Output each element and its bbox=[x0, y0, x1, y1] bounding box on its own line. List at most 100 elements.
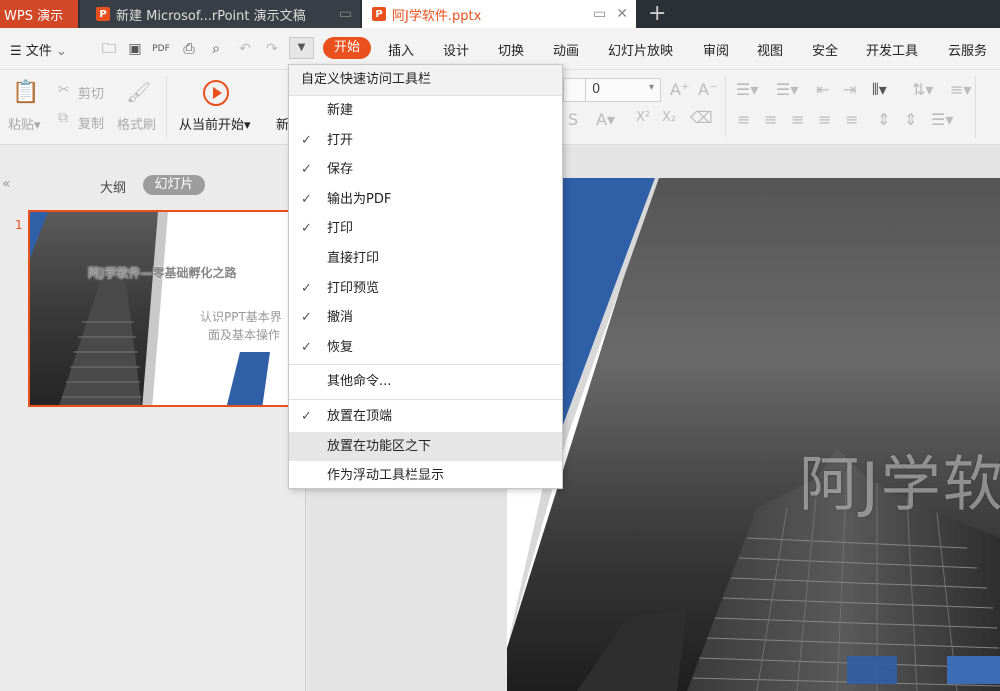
add-tab-button[interactable]: + bbox=[648, 1, 666, 26]
tab-transition[interactable]: 切换 bbox=[498, 40, 524, 59]
chevron-down-icon: ⌄ bbox=[55, 44, 67, 59]
tab-animation[interactable]: 动画 bbox=[553, 40, 579, 59]
scissors-icon[interactable]: ✂ bbox=[58, 82, 70, 98]
paragraph-settings-icon[interactable]: ☰▾ bbox=[931, 110, 953, 129]
menu-item-save[interactable]: ✓ 保存 bbox=[289, 155, 562, 185]
app-name-tab[interactable]: WPS 演示 bbox=[0, 0, 78, 28]
tab-outline[interactable]: 大纲 bbox=[100, 177, 126, 196]
slide-thumbnail[interactable]: 阿J学软件—零基础孵化之路 认识PPT基本界 面及基本操作 bbox=[28, 210, 292, 407]
copy-button[interactable]: 复制 bbox=[78, 113, 104, 132]
document-tab-2[interactable]: P 阿J学软件.pptx ▭ ✕ bbox=[362, 0, 636, 28]
print-preview-icon[interactable]: ⌕ bbox=[207, 40, 225, 58]
print-icon[interactable]: ⎙ bbox=[180, 40, 198, 58]
superscript-icon[interactable]: X² bbox=[636, 110, 650, 125]
copy-icon[interactable]: ⧉ bbox=[58, 110, 68, 126]
tab-monitor-icon[interactable]: ▭ bbox=[593, 6, 606, 22]
format-painter-icon[interactable]: 🖌 bbox=[126, 80, 151, 104]
paragraph-spacing-icon[interactable]: ⇕ bbox=[904, 110, 917, 129]
customize-qat-dropdown-button[interactable]: ▼ bbox=[289, 37, 314, 59]
menu-item-more-commands[interactable]: 其他命令... bbox=[289, 367, 562, 397]
menu-item-undo[interactable]: ✓ 撤消 bbox=[289, 303, 562, 333]
menu-item-place-top[interactable]: ✓ 放置在顶端 bbox=[289, 402, 562, 432]
increase-font-icon[interactable]: A⁺ bbox=[670, 80, 689, 99]
divider bbox=[975, 76, 976, 138]
tab-slides[interactable]: 幻灯片 bbox=[143, 175, 205, 195]
document-tab-1[interactable]: P 新建 Microsof...rPoint 演示文稿 ▭ bbox=[80, 0, 360, 28]
align-right-icon[interactable]: ≡ bbox=[791, 110, 804, 129]
hamburger-icon: ☰ bbox=[10, 44, 22, 59]
menu-header: 自定义快速访问工具栏 bbox=[289, 65, 562, 95]
menu-item-label: 直接打印 bbox=[327, 250, 380, 266]
tab-cloud-service[interactable]: 云服务 bbox=[948, 40, 987, 59]
distribute-icon[interactable]: ≡ bbox=[845, 110, 858, 129]
play-from-current-button[interactable]: 从当前开始▾ bbox=[179, 114, 251, 133]
file-menu[interactable]: ☰ 文件 ⌄ bbox=[10, 40, 67, 59]
text-direction-icon[interactable]: ⇅▾ bbox=[912, 80, 933, 99]
menu-item-open[interactable]: ✓ 打开 bbox=[289, 126, 562, 156]
align-center-icon[interactable]: ≡ bbox=[764, 110, 777, 129]
tab-design[interactable]: 设计 bbox=[443, 40, 469, 59]
undo-icon[interactable]: ↶ bbox=[236, 40, 254, 58]
strikethrough-icon[interactable]: S bbox=[568, 110, 578, 129]
increase-indent-icon[interactable]: ⇥ bbox=[843, 80, 856, 99]
tab-monitor-icon[interactable]: ▭ bbox=[339, 6, 352, 22]
close-tab-icon[interactable]: ✕ bbox=[616, 6, 628, 22]
check-icon: ✓ bbox=[301, 132, 312, 148]
numbering-icon[interactable]: ☰▾ bbox=[776, 80, 798, 99]
font-color-icon[interactable]: A▾ bbox=[596, 110, 615, 129]
column-icon[interactable]: ⫴▾ bbox=[872, 80, 887, 100]
justify-icon[interactable]: ≡ bbox=[818, 110, 831, 129]
divider bbox=[725, 76, 726, 138]
divider bbox=[166, 76, 167, 138]
subscript-icon[interactable]: X₂ bbox=[662, 110, 676, 125]
check-icon: ✓ bbox=[301, 162, 312, 178]
app-name-label: WPS 演示 bbox=[4, 8, 64, 24]
decrease-indent-icon[interactable]: ⇤ bbox=[816, 80, 829, 99]
slide-title-text[interactable]: 阿J学软 bbox=[799, 436, 1000, 523]
clear-format-icon[interactable]: ⌫ bbox=[690, 108, 713, 127]
paste-button[interactable]: 粘贴▾ bbox=[8, 114, 41, 133]
decrease-font-icon[interactable]: A⁻ bbox=[698, 80, 717, 99]
redo-icon[interactable]: ↷ bbox=[263, 40, 281, 58]
menu-item-new[interactable]: 新建 bbox=[289, 96, 562, 126]
font-size-value: 0 bbox=[592, 82, 601, 97]
tab-insert[interactable]: 插入 bbox=[388, 40, 414, 59]
tab-security[interactable]: 安全 bbox=[812, 40, 838, 59]
align-left-icon[interactable]: ≡ bbox=[737, 110, 750, 129]
slide-editor[interactable]: 阿J学软 bbox=[507, 178, 1000, 691]
presentation-icon: P bbox=[372, 7, 386, 21]
menu-item-print[interactable]: ✓ 打印 bbox=[289, 214, 562, 244]
align-text-icon[interactable]: ≡▾ bbox=[950, 80, 971, 99]
thumbnail-title: 阿J学软件—零基础孵化之路 bbox=[88, 266, 237, 280]
menu-item-label: 作为浮动工具栏显示 bbox=[327, 468, 445, 484]
tab-review[interactable]: 审阅 bbox=[703, 40, 729, 59]
tab-home[interactable]: 开始 bbox=[323, 37, 371, 59]
menu-item-place-below-ribbon[interactable]: 放置在功能区之下 bbox=[289, 431, 562, 462]
tab-view[interactable]: 视图 bbox=[757, 40, 783, 59]
menu-item-floating-toolbar[interactable]: 作为浮动工具栏显示 bbox=[289, 461, 562, 491]
tab-developer-tools[interactable]: 开发工具 bbox=[866, 40, 918, 59]
menu-item-print-preview[interactable]: ✓ 打印预览 bbox=[289, 274, 562, 304]
tab-slideshow[interactable]: 幻灯片放映 bbox=[608, 40, 673, 59]
menu-item-direct-print[interactable]: 直接打印 bbox=[289, 244, 562, 274]
menu-item-label: 打印 bbox=[327, 221, 354, 237]
menu-item-export-pdf[interactable]: ✓ 输出为PDF bbox=[289, 185, 562, 215]
open-folder-icon[interactable]: 🗀 bbox=[100, 40, 118, 58]
font-size-box[interactable]: 0 ▾ bbox=[585, 78, 661, 102]
menu-item-redo[interactable]: ✓ 恢复 bbox=[289, 333, 562, 363]
pdf-icon[interactable]: PDF bbox=[152, 40, 170, 58]
save-icon[interactable]: ▣ bbox=[126, 40, 144, 58]
caret-down-icon: ▾ bbox=[648, 82, 654, 93]
cut-button[interactable]: 剪切 bbox=[78, 83, 104, 102]
play-icon[interactable] bbox=[203, 80, 229, 106]
format-painter-button[interactable]: 格式刷 bbox=[117, 114, 156, 133]
paste-icon[interactable]: 📋 bbox=[12, 80, 39, 105]
presentation-icon: P bbox=[96, 7, 110, 21]
check-icon: ✓ bbox=[301, 191, 312, 207]
slide-background-image bbox=[507, 178, 1000, 691]
bullets-icon[interactable]: ☰▾ bbox=[736, 80, 758, 99]
check-icon: ✓ bbox=[301, 408, 312, 424]
collapse-pane-icon[interactable]: « bbox=[2, 176, 11, 192]
line-spacing-icon[interactable]: ⇕ bbox=[877, 110, 890, 129]
title-tab-bar: WPS 演示 P 新建 Microsof...rPoint 演示文稿 ▭ P 阿… bbox=[0, 0, 1000, 28]
